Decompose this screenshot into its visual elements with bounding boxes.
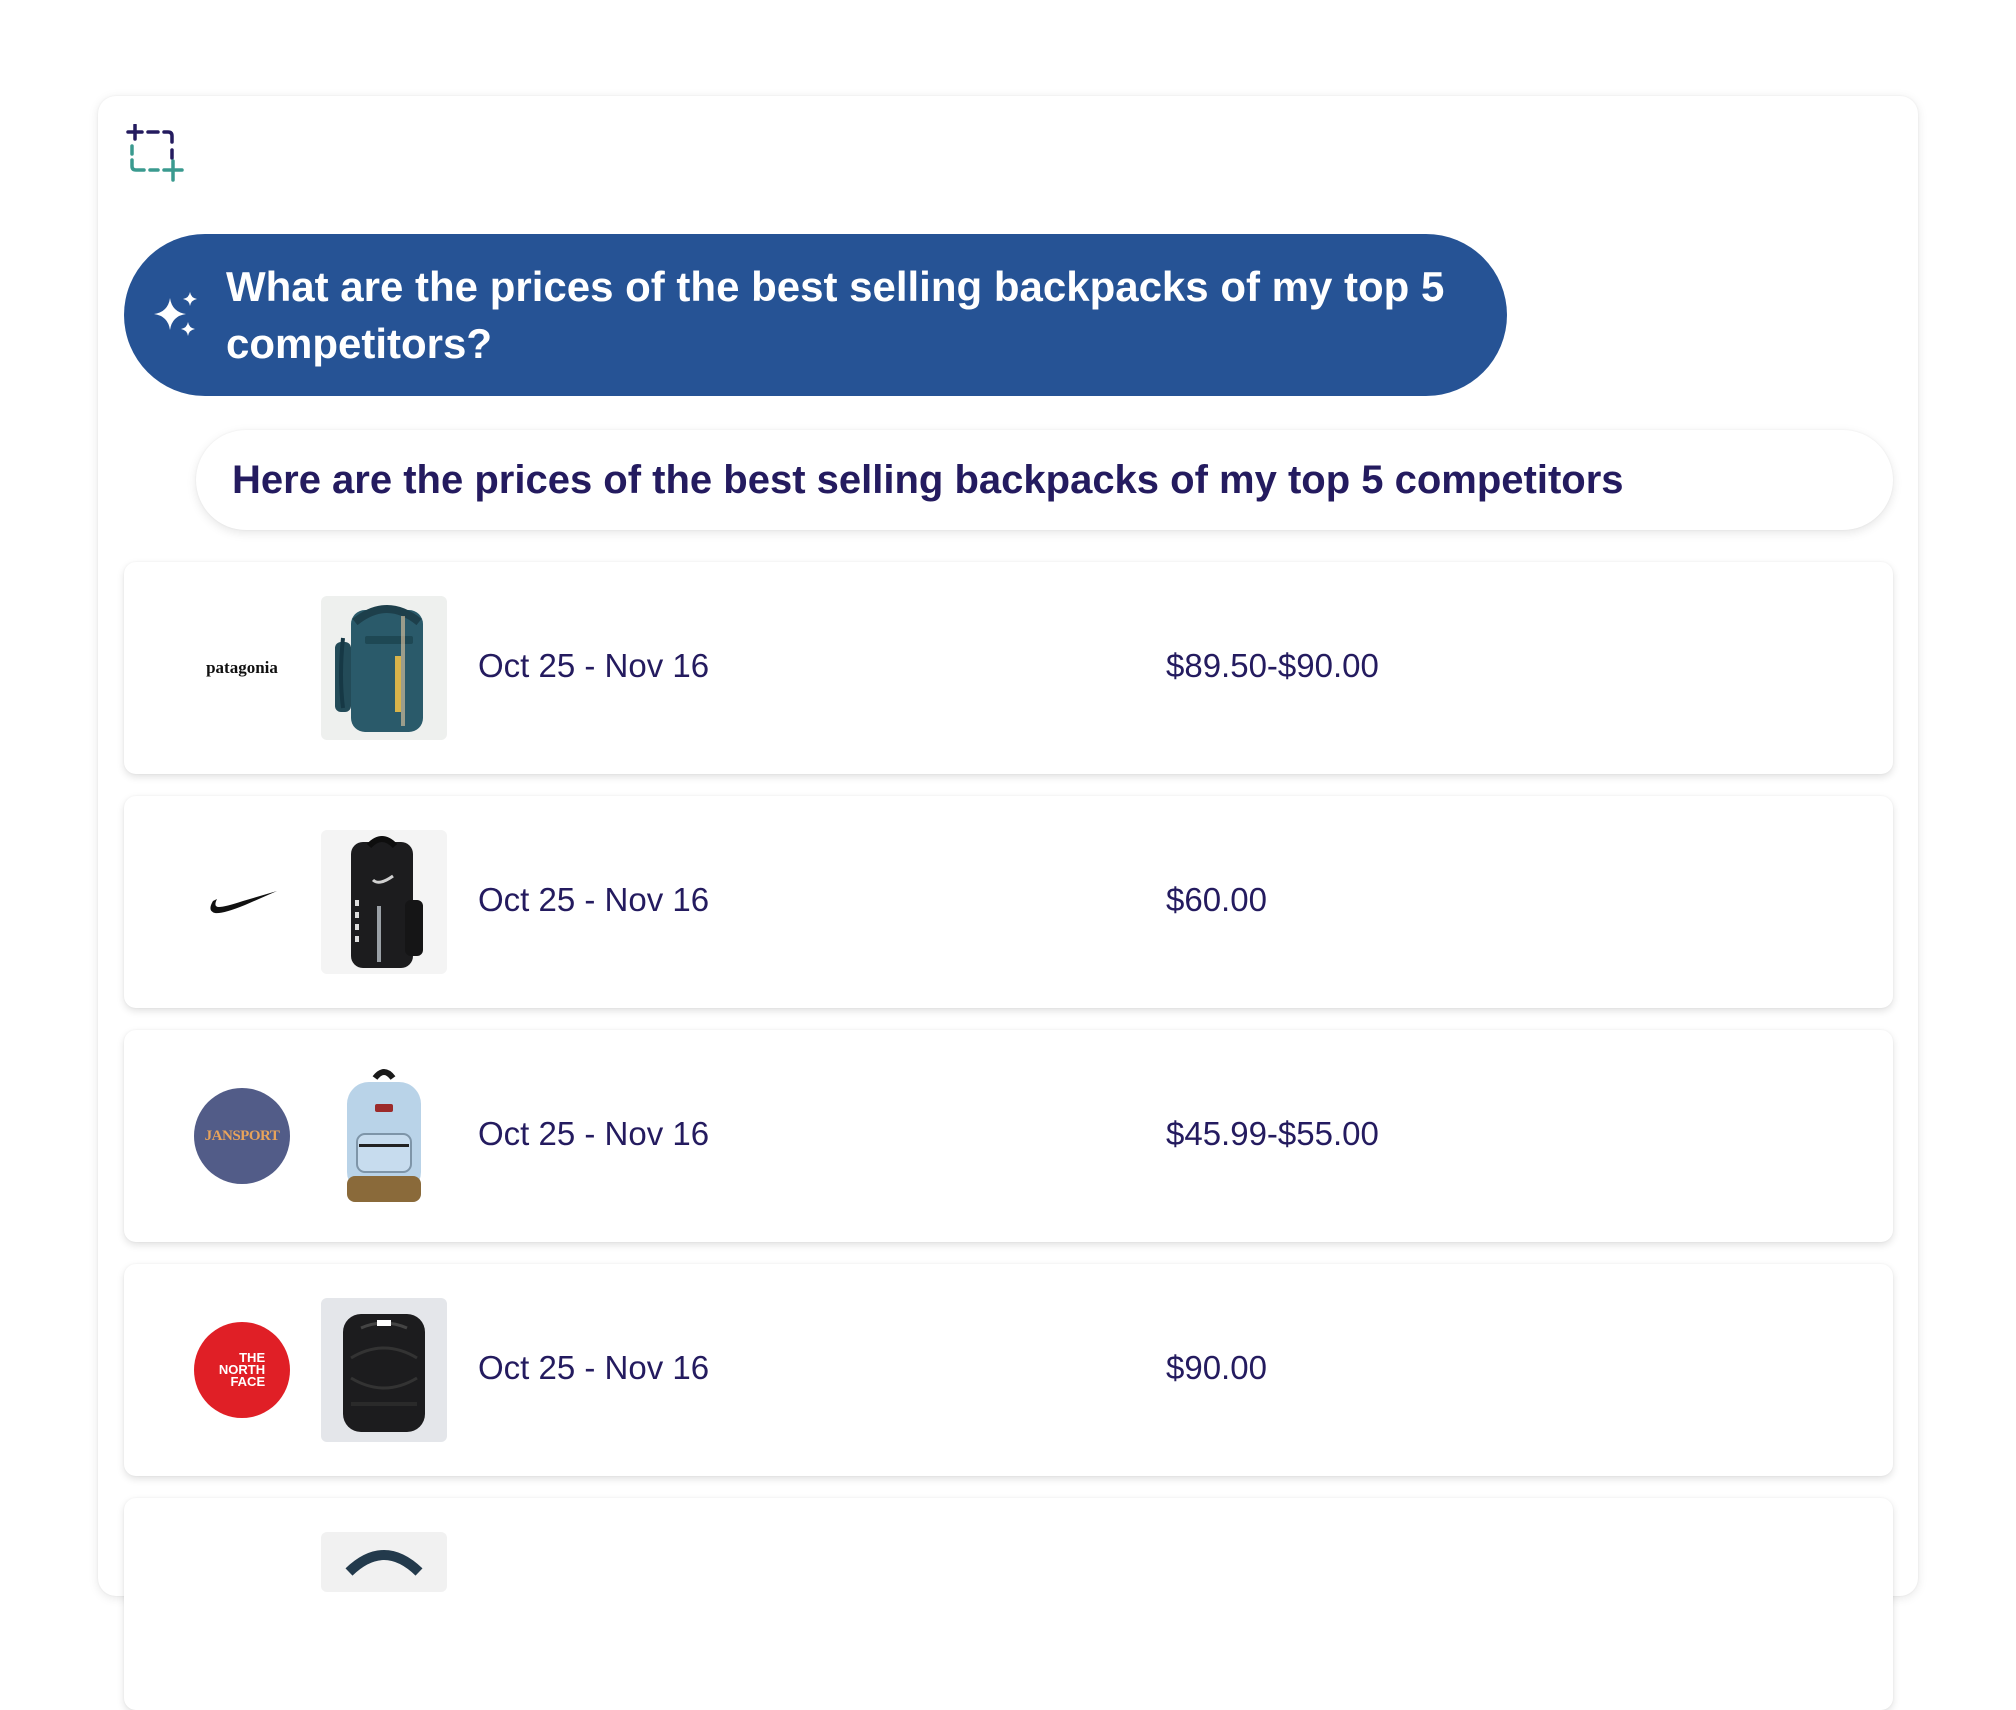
price: $45.99-$55.00 (1166, 1115, 1379, 1152)
assistant-answer-bubble: Here are the prices of the best selling … (196, 430, 1893, 530)
product-image (321, 1298, 447, 1442)
product-image (321, 596, 447, 740)
competitor-row-jansport[interactable]: JANSPORT Oct 25 - Nov 16 $45.99-$55.00 (124, 1030, 1893, 1242)
date-range: Oct 25 - Nov 16 (478, 1349, 710, 1386)
the-north-face-logo: THE NORTH FACE (194, 1322, 290, 1418)
answer-text: Here are the prices of the best selling … (232, 458, 1624, 502)
price: $60.00 (1166, 881, 1267, 918)
jansport-logo: JANSPORT (194, 1088, 290, 1184)
date-range: Oct 25 - Nov 16 (478, 647, 710, 684)
question-text: What are the prices of the best selling … (226, 263, 1445, 367)
competitor-row-nike[interactable]: Oct 25 - Nov 16 $60.00 (124, 796, 1893, 1008)
sparkle-icon (154, 292, 197, 336)
patagonia-logo: patagonia (206, 658, 278, 677)
price: $90.00 (1166, 1349, 1267, 1386)
user-question-bubble: What are the prices of the best selling … (124, 234, 1507, 396)
date-range: Oct 25 - Nov 16 (478, 881, 710, 918)
competitor-row-patagonia[interactable]: patagonia Oct 25 - Nov 16 $89.50-$90.00 (124, 562, 1893, 774)
nike-swoosh-icon (194, 854, 290, 950)
product-image (321, 1532, 447, 1592)
crop-select-icon[interactable] (124, 124, 186, 186)
product-image (321, 1064, 447, 1208)
product-image (321, 830, 447, 974)
date-range: Oct 25 - Nov 16 (478, 1115, 710, 1152)
competitor-row-the-north-face[interactable]: THE NORTH FACE Oct 25 - Nov 16 $90.00 (124, 1264, 1893, 1476)
competitor-row-partial[interactable] (124, 1498, 1893, 1710)
price: $89.50-$90.00 (1166, 647, 1379, 684)
